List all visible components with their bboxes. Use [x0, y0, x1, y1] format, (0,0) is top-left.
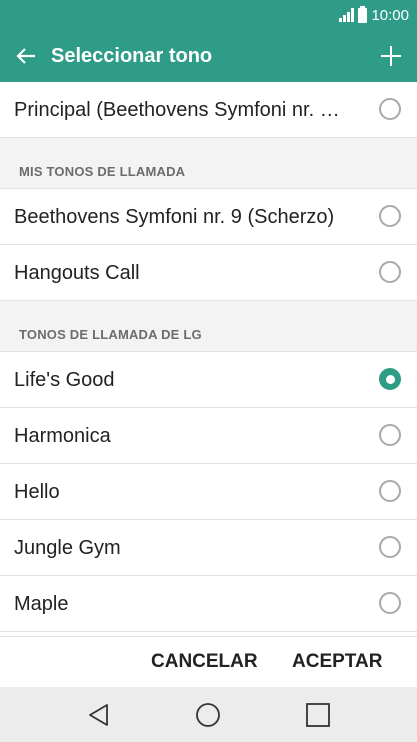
radio-button[interactable]	[379, 98, 401, 120]
radio-button[interactable]	[379, 480, 401, 502]
ringtone-item[interactable]: Harmonica	[0, 408, 417, 464]
radio-button[interactable]	[379, 205, 401, 227]
ringtone-label: Life's Good	[14, 369, 115, 391]
ringtone-label: Maple	[14, 593, 69, 615]
ringtone-label: Beethovens Symfoni nr. 9 (Scherzo)	[14, 206, 335, 228]
radio-button[interactable]	[379, 536, 401, 558]
ringtone-item-principal[interactable]: Principal (Beethovens Symfoni nr. 9 (Sch…	[0, 82, 417, 138]
navigation-bar	[0, 687, 417, 742]
status-bar: 10:00	[0, 0, 417, 30]
arrow-left-icon	[16, 48, 35, 64]
ringtone-item[interactable]: Hello	[0, 464, 417, 520]
section-label: MIS TONOS DE LLAMADA	[19, 164, 186, 179]
circle-home-icon	[196, 703, 220, 727]
ringtone-item[interactable]: Maple	[0, 576, 417, 632]
signal-icon	[339, 8, 355, 22]
ringtone-label: Principal (Beethovens Symfoni nr. 9 (Sch…	[14, 99, 349, 121]
add-ringtone-button[interactable]	[373, 38, 409, 74]
back-button[interactable]	[8, 38, 44, 74]
ringtone-item[interactable]: Life's Good	[0, 352, 417, 408]
plus-icon	[381, 46, 401, 66]
status-indicators: 10:00	[339, 5, 409, 25]
radio-button-selected[interactable]	[379, 368, 401, 390]
section-header-my-ringtones: MIS TONOS DE LLAMADA	[0, 138, 417, 189]
ringtone-label: Harmonica	[14, 425, 111, 447]
radio-button[interactable]	[379, 261, 401, 283]
accept-button[interactable]: ACEPTAR	[292, 637, 382, 687]
ringtone-label: Hangouts Call	[14, 262, 140, 284]
app-bar: Seleccionar tono	[0, 30, 417, 82]
page-title: Seleccionar tono	[51, 45, 213, 67]
section-label: TONOS DE LLAMADA DE LG	[19, 327, 202, 342]
ringtone-list: Principal (Beethovens Symfoni nr. 9 (Sch…	[0, 82, 417, 636]
ringtone-label: Jungle Gym	[14, 537, 121, 559]
status-time: 10:00	[371, 6, 409, 24]
ringtone-label: Hello	[14, 481, 60, 503]
ringtone-item[interactable]: Jungle Gym	[0, 520, 417, 576]
cancel-button[interactable]: CANCELAR	[151, 637, 258, 687]
section-header-lg-ringtones: TONOS DE LLAMADA DE LG	[0, 301, 417, 352]
radio-button[interactable]	[379, 424, 401, 446]
nav-home-button[interactable]	[193, 700, 223, 730]
triangle-back-icon	[89, 704, 108, 726]
dialog-button-bar: CANCELAR ACEPTAR	[0, 636, 417, 687]
square-recent-icon	[306, 703, 330, 727]
radio-button[interactable]	[379, 592, 401, 614]
nav-recent-button[interactable]	[303, 700, 333, 730]
battery-icon	[358, 5, 368, 23]
ringtone-item[interactable]: Hangouts Call	[0, 245, 417, 301]
nav-back-button[interactable]	[84, 700, 114, 730]
ringtone-item[interactable]: Beethovens Symfoni nr. 9 (Scherzo)	[0, 189, 417, 245]
